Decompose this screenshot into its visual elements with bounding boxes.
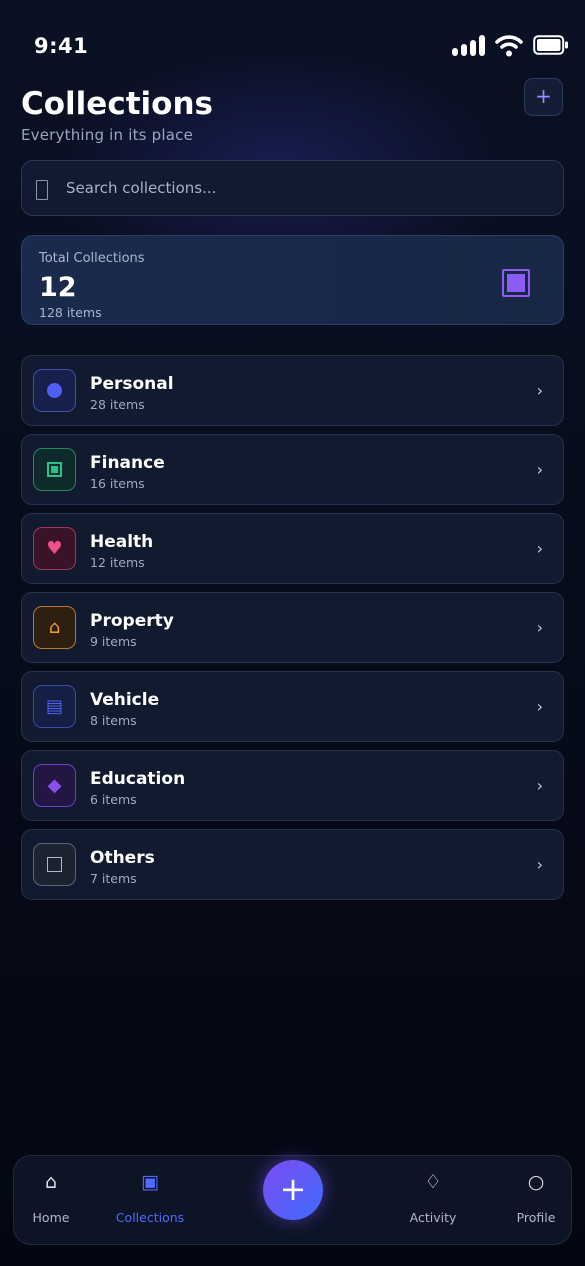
collection-title: Property xyxy=(90,611,174,631)
page-subtitle: Everything in its place xyxy=(21,126,194,144)
stats-item-count: 128 items xyxy=(39,305,102,320)
collection-row-education[interactable]: ◆ Education 6 items › xyxy=(21,750,564,821)
circle-icon xyxy=(33,369,76,412)
collections-icon: ▣ xyxy=(141,1171,159,1193)
home-icon: ⌂ xyxy=(44,1171,58,1193)
collection-title: Health xyxy=(90,532,154,552)
wifi-icon xyxy=(495,35,523,57)
collections-list: Personal 28 items › Finance 16 items › ♥… xyxy=(21,355,564,908)
collection-count: 7 items xyxy=(90,871,137,886)
search-icon xyxy=(36,180,48,200)
collection-count: 12 items xyxy=(90,555,145,570)
collection-row-health[interactable]: ♥ Health 12 items › xyxy=(21,513,564,584)
chevron-right-icon: › xyxy=(536,381,543,400)
nav-home[interactable]: ⌂ Home xyxy=(26,1156,76,1246)
collection-title: Vehicle xyxy=(90,690,160,710)
signal-icon xyxy=(452,34,485,56)
nav-profile[interactable]: ○ Profile xyxy=(511,1156,561,1246)
stats-label: Total Collections xyxy=(39,251,145,266)
collection-row-others[interactable]: Others 7 items › xyxy=(21,829,564,900)
square-box-icon xyxy=(33,448,76,491)
profile-icon: ○ xyxy=(527,1171,545,1193)
add-fab-button[interactable]: + xyxy=(263,1160,323,1220)
total-collections-card: Total Collections 12 128 items xyxy=(21,235,564,325)
chevron-right-icon: › xyxy=(536,776,543,795)
collection-row-vehicle[interactable]: ▤ Vehicle 8 items › xyxy=(21,671,564,742)
collection-row-property[interactable]: ⌂ Property 9 items › xyxy=(21,592,564,663)
chevron-right-icon: › xyxy=(536,855,543,874)
nav-activity-label: Activity xyxy=(409,1210,457,1225)
add-collection-button[interactable]: + xyxy=(524,78,563,116)
activity-icon: ♢ xyxy=(424,1171,442,1193)
collection-count: 9 items xyxy=(90,634,137,649)
plus-icon: + xyxy=(535,84,552,108)
collection-row-finance[interactable]: Finance 16 items › xyxy=(21,434,564,505)
status-time: 9:41 xyxy=(34,34,89,58)
square-icon xyxy=(33,843,76,886)
collection-title: Personal xyxy=(90,374,174,394)
status-bar: 9:41 xyxy=(34,30,569,62)
bottom-nav: ⌂ Home ▣ Collections + ♢ Activity ○ Prof… xyxy=(13,1155,572,1245)
collection-count: 16 items xyxy=(90,476,145,491)
status-icons xyxy=(452,30,569,60)
document-icon: ▤ xyxy=(33,685,76,728)
collection-title: Finance xyxy=(90,453,165,473)
collection-count: 8 items xyxy=(90,713,137,728)
collection-count: 28 items xyxy=(90,397,145,412)
house-icon: ⌂ xyxy=(33,606,76,649)
plus-icon: + xyxy=(279,1170,307,1208)
chevron-right-icon: › xyxy=(536,539,543,558)
collection-row-personal[interactable]: Personal 28 items › xyxy=(21,355,564,426)
chevron-right-icon: › xyxy=(536,618,543,637)
nav-home-label: Home xyxy=(32,1210,70,1225)
nav-collections-label: Collections xyxy=(115,1210,185,1225)
collection-stack-icon xyxy=(502,269,530,297)
battery-icon xyxy=(533,35,568,55)
nav-collections[interactable]: ▣ Collections xyxy=(110,1156,190,1246)
page-title: Collections xyxy=(21,86,213,122)
nav-profile-label: Profile xyxy=(516,1210,556,1225)
collection-count: 6 items xyxy=(90,792,137,807)
stats-value: 12 xyxy=(39,272,77,303)
chevron-right-icon: › xyxy=(536,460,543,479)
chevron-right-icon: › xyxy=(536,697,543,716)
nav-activity[interactable]: ♢ Activity xyxy=(403,1156,463,1246)
heart-icon: ♥ xyxy=(33,527,76,570)
search-bar[interactable] xyxy=(21,160,564,216)
search-input[interactable] xyxy=(66,161,546,215)
collection-title: Education xyxy=(90,769,186,789)
collection-title: Others xyxy=(90,848,155,868)
diamond-icon: ◆ xyxy=(33,764,76,807)
